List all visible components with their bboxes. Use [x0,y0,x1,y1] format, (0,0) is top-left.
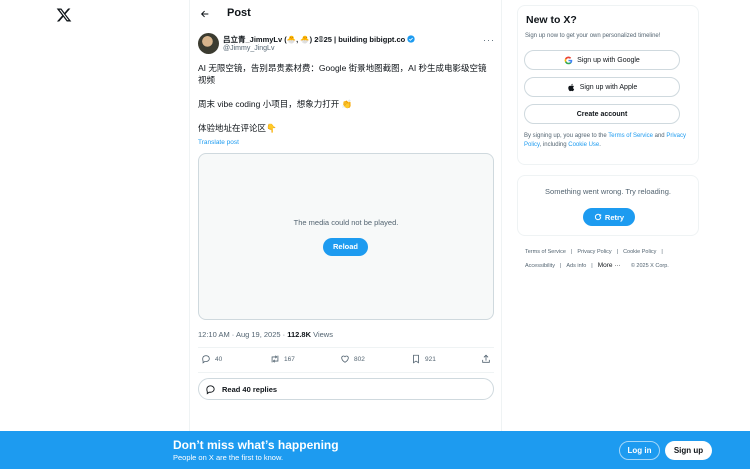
footer-ads-link[interactable]: Ads info [566,263,586,269]
terms-including: , including [539,142,569,148]
new-to-x-card: New to X? Sign up now to get your own pe… [517,5,699,165]
views-count: 112.8K [287,330,312,339]
signup-banner: Don’t miss what’s happening People on X … [0,431,750,469]
share-button[interactable] [481,354,495,364]
translate-post-link[interactable]: Translate post [198,139,239,146]
footer-links: Terms of Service | Privacy Policy | Cookie P… [525,246,695,273]
reload-button[interactable]: Reload [323,238,368,256]
footer-separator: | [559,263,562,269]
terms-prefix: By signing up, you agree to the [524,133,609,139]
refresh-icon [594,213,602,221]
post-column: Post 吕立青_JimmyLv (🐣, 🐣) 2𝟘25 | building … [189,0,502,469]
divider [198,347,494,348]
error-card: Something went wrong. Try reloading. Ret… [517,175,699,236]
footer-separator: | [591,263,593,269]
cookie-link[interactable]: Cookie Use [568,142,599,148]
error-message: Something went wrong. Try reloading. [545,187,671,196]
reply-button[interactable]: 40 [201,354,222,364]
tweet-author: 吕立青_JimmyLv (🐣, 🐣) 2𝟘25 | building bibig… [198,33,495,57]
bookmark-icon [413,354,419,364]
retweet-count: 167 [284,355,295,363]
footer-separator: | [570,249,573,255]
author-name[interactable]: 吕立青_JimmyLv (🐣, 🐣) 2𝟘25 | building bibig… [223,35,405,44]
footer-more-link[interactable]: More ··· [598,262,621,269]
more-options-icon[interactable]: ··· [483,35,495,45]
retweet-button[interactable]: 167 [270,354,295,364]
views-label: Views [311,330,333,339]
banner-subtitle: People on X are the first to know. [173,453,284,462]
tweet-actions: 40 167 802 921 [198,354,494,368]
tweet-text: AI 无限空镜，告别昂贵素材费：Google 街景地图截图，AI 秒生成电影级空… [198,62,493,146]
read-replies-label: Read 40 replies [222,384,278,394]
terms-link[interactable]: Terms of Service [608,133,653,139]
retry-button[interactable]: Retry [583,208,635,226]
divider [198,372,494,373]
footer-separator: | [616,249,619,255]
signup-apple-button[interactable]: Sign up with Apple [524,77,680,97]
read-replies-button[interactable]: Read 40 replies [198,378,494,400]
footer-privacy-link[interactable]: Privacy Policy [577,249,611,255]
like-button[interactable]: 802 [340,354,365,364]
back-arrow-icon[interactable] [200,9,210,19]
reply-bubble-icon [206,384,215,395]
reply-icon [202,355,210,364]
terms-and: and [652,133,667,139]
footer-terms-link[interactable]: Terms of Service [525,249,566,255]
tweet-paragraph: 体验地址在评论区👇 [198,123,277,133]
signup-button[interactable]: Sign up [665,441,712,460]
media-error-message: The media could not be played. [293,218,399,227]
banner-title: Don’t miss what’s happening [173,438,339,452]
retweet-icon [271,355,279,363]
terms-end: . [599,142,601,148]
post-header: Post [190,0,501,28]
like-count: 802 [354,355,365,363]
footer-cookie-link[interactable]: Cookie Policy [623,249,656,255]
page-title: Post [227,7,251,19]
retry-label: Retry [604,212,625,222]
new-to-x-title: New to X? [526,14,577,26]
avatar[interactable] [198,33,219,54]
media-container: The media could not be played. Reload [198,153,494,320]
signup-google-label: Sign up with Google [577,56,640,64]
tweet-paragraph: 周末 vibe coding 小项目，想象力打开 👏 [198,99,353,109]
apple-icon [567,83,574,91]
footer-separator: | [661,249,663,255]
signup-apple-label: Sign up with Apple [579,83,638,91]
create-account-button[interactable]: Create account [524,104,680,124]
heart-icon [341,355,349,363]
signup-terms: By signing up, you agree to the Terms of… [524,132,692,150]
tweet-paragraph: AI 无限空镜，告别昂贵素材费：Google 街景地图截图，AI 秒生成电影级空… [198,63,487,85]
bookmark-button[interactable]: 921 [411,354,436,364]
new-to-x-subtitle: Sign up now to get your own personalized… [525,33,661,39]
signup-google-button[interactable]: Sign up with Google [524,50,680,70]
bookmark-count: 921 [425,355,436,363]
tweet-meta: 12:10 AM · Aug 19, 2025 · 112.8K Views [198,330,333,339]
verified-badge-icon [407,35,415,43]
x-logo-icon[interactable] [56,7,72,23]
footer-accessibility-link[interactable]: Accessibility [525,263,555,269]
reply-count: 40 [215,355,223,363]
tweet-time[interactable]: 12:10 AM · Aug 19, 2025 · [198,330,287,339]
footer-copyright: © 2025 X Corp. [630,263,669,269]
share-icon [482,354,490,363]
author-handle[interactable]: @Jimmy_JingLv [223,45,274,52]
google-icon [564,56,573,64]
login-button[interactable]: Log in [619,441,660,460]
